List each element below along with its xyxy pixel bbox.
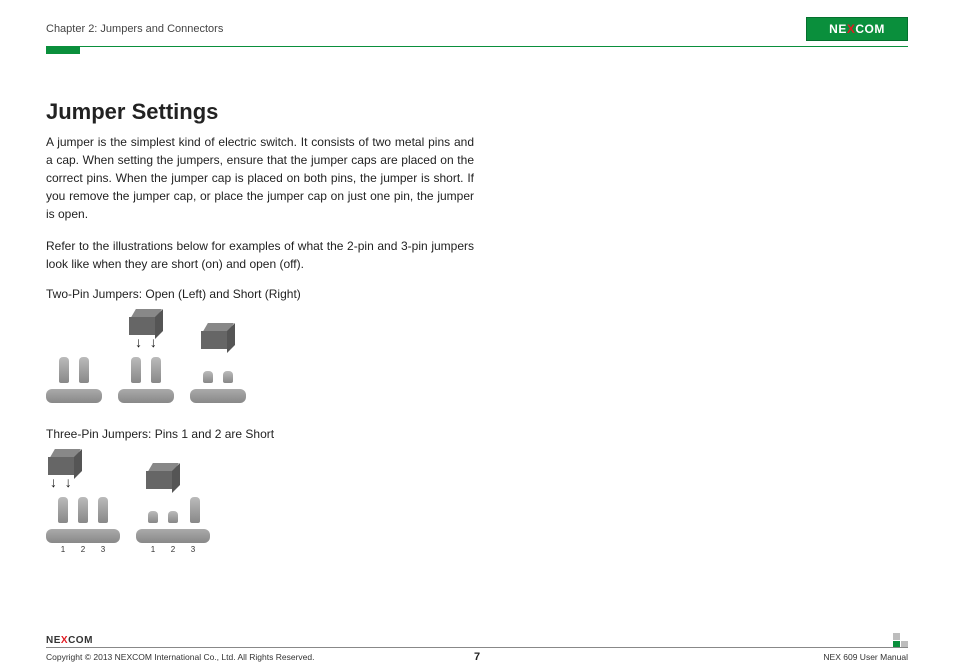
page-header: Chapter 2: Jumpers and Connectors NEXCOM <box>46 16 908 42</box>
header-rule <box>46 46 908 47</box>
jumper-short-icon <box>190 323 246 403</box>
pin-number-labels: 1 2 3 <box>148 543 198 554</box>
logo-part-b: COM <box>855 22 885 36</box>
two-pin-caption: Two-Pin Jumpers: Open (Left) and Short (… <box>46 287 474 301</box>
three-pin-illustration: ↓ ↓ 1 2 3 <box>46 449 474 554</box>
page-title: Jumper Settings <box>46 99 474 125</box>
paragraph-1: A jumper is the simplest kind of electri… <box>46 133 474 223</box>
chapter-label: Chapter 2: Jumpers and Connectors <box>46 23 223 35</box>
page-number: 7 <box>474 651 480 663</box>
down-arrow-icon: ↓ ↓ <box>135 337 157 351</box>
footer-logo-a: NE <box>46 635 61 646</box>
pin-number-labels: 1 2 3 <box>58 543 108 554</box>
three-pin-lowering-icon: ↓ ↓ 1 2 3 <box>46 449 120 554</box>
footer-logo-b: COM <box>68 635 93 646</box>
paragraph-2: Refer to the illustrations below for exa… <box>46 237 474 273</box>
manual-name: NEX 609 User Manual <box>823 652 908 662</box>
brand-logo-text: NEXCOM <box>829 22 885 36</box>
three-pin-caption: Three-Pin Jumpers: Pins 1 and 2 are Shor… <box>46 427 474 441</box>
three-pin-short-icon: 1 2 3 <box>136 463 210 554</box>
jumper-cap-lowering-icon: ↓ ↓ <box>118 309 174 403</box>
footer-row: Copyright © 2013 NEXCOM International Co… <box>46 652 908 662</box>
document-page: Chapter 2: Jumpers and Connectors NEXCOM… <box>0 0 954 672</box>
down-arrow-icon: ↓ ↓ <box>50 477 72 491</box>
two-pin-illustration: ↓ ↓ <box>46 309 474 403</box>
jumper-open-icon <box>46 351 102 403</box>
header-accent-block <box>46 46 80 54</box>
page-footer: NEXCOM Copyright © 2013 NEXCOM Internati… <box>46 633 908 662</box>
logo-part-a: NE <box>829 22 847 36</box>
brand-logo: NEXCOM <box>806 17 908 41</box>
footer-rule <box>46 647 908 648</box>
footer-logo: NEXCOM <box>46 633 114 647</box>
copyright-text: Copyright © 2013 NEXCOM International Co… <box>46 652 314 662</box>
footer-logo-x: X <box>61 635 68 646</box>
main-content: Jumper Settings A jumper is the simplest… <box>46 99 474 554</box>
